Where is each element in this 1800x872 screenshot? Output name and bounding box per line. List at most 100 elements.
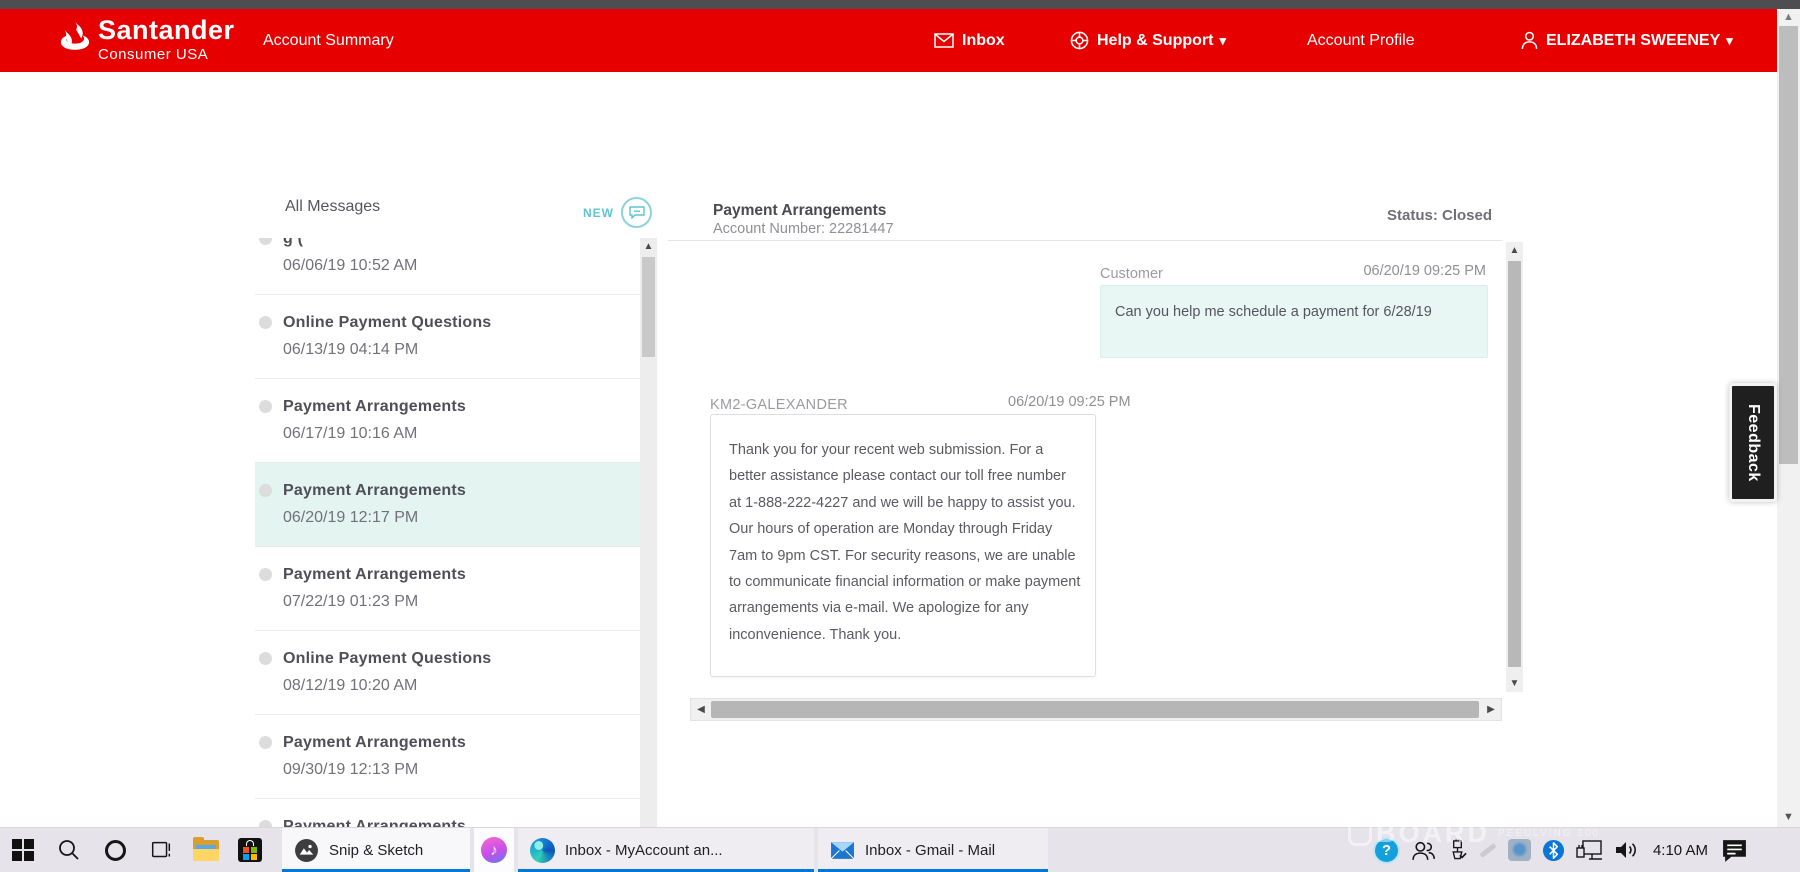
list-item-selected[interactable]: Payment Arrangements 06/20/19 12:17 PM — [255, 463, 640, 547]
list-item[interactable]: g ( 06/06/19 10:52 AM — [255, 238, 640, 295]
taskbar-app-edge-myaccount[interactable]: Inbox - MyAccount an... — [518, 828, 814, 872]
conversation-hscrollbar-thumb[interactable] — [711, 701, 1479, 718]
pen-tray-icon[interactable] — [1479, 848, 1497, 853]
scroll-down-arrow-icon[interactable]: ▼ — [1506, 678, 1523, 689]
all-messages-title: All Messages — [285, 198, 380, 216]
taskbar-app-snip-sketch[interactable]: Snip & Sketch — [282, 828, 470, 872]
message-text: Thank you for your recent web submission… — [729, 437, 1081, 648]
scroll-up-arrow-icon[interactable]: ▲ — [1777, 11, 1800, 23]
list-item[interactable]: Payment Arrangements 07/22/19 01:23 PM — [255, 547, 640, 631]
taskbar-clock[interactable]: 4:10 AM — [1651, 842, 1710, 859]
scroll-down-arrow-icon[interactable]: ▼ — [1777, 811, 1800, 823]
nav-help-support-label: Help & Support — [1097, 32, 1213, 50]
conversation-title: Payment Arrangements — [713, 202, 886, 220]
store-bag-icon — [238, 838, 262, 862]
list-item[interactable]: Payment Arrangements — [255, 799, 640, 827]
browser-scrollbar-thumb[interactable] — [1779, 26, 1798, 464]
list-item[interactable]: Online Payment Questions 08/12/19 10:20 … — [255, 631, 640, 715]
nav-help-support[interactable]: Help & Support ▾ — [1070, 9, 1226, 72]
feedback-tab[interactable]: Feedback — [1729, 383, 1777, 502]
list-item[interactable]: Payment Arrangements 09/30/19 12:13 PM — [255, 715, 640, 799]
message-text: Can you help me schedule a payment for 6… — [1115, 304, 1473, 320]
microsoft-store-button[interactable] — [228, 828, 272, 872]
message-timestamp: 06/20/19 09:25 PM — [1363, 263, 1486, 279]
taskbar-search-button[interactable] — [46, 828, 92, 872]
new-label: NEW — [583, 206, 614, 220]
message-date: 06/20/19 12:17 PM — [283, 509, 630, 527]
list-item[interactable]: Payment Arrangements 06/17/19 10:16 AM — [255, 379, 640, 463]
message-dot-icon — [259, 316, 272, 329]
message-list: g ( 06/06/19 10:52 AM Online Payment Que… — [255, 238, 640, 827]
message-list-scrollbar[interactable]: ▲ — [640, 238, 657, 827]
message-dot-icon — [259, 568, 272, 581]
message-title: Online Payment Questions — [283, 314, 630, 332]
person-icon — [1521, 31, 1538, 50]
life-ring-icon — [1070, 31, 1089, 50]
cortana-ring-icon — [105, 840, 126, 861]
conversation-panel: Payment Arrangements Account Number: 222… — [690, 190, 1502, 735]
nav-account-profile-label: Account Profile — [1307, 32, 1415, 50]
conversation-vscrollbar-thumb[interactable] — [1508, 261, 1521, 667]
nav-account-summary[interactable]: Account Summary — [263, 9, 394, 72]
action-center-icon[interactable] — [1721, 838, 1748, 863]
mail-icon — [830, 840, 855, 860]
message-title: Payment Arrangements — [283, 398, 630, 416]
message-title-clipped: g ( — [283, 238, 630, 248]
screen: Santander Consumer USA Account Summary I… — [0, 0, 1800, 872]
new-message-button[interactable]: NEW — [583, 197, 652, 228]
whiteboard-tray-icon[interactable] — [1508, 839, 1531, 861]
task-view-button[interactable] — [138, 828, 184, 872]
message-list-scrollbar-thumb[interactable] — [642, 257, 655, 357]
message-dot-icon — [259, 484, 272, 497]
account-number: Account Number: 22281447 — [713, 221, 894, 237]
message-date: 06/13/19 04:14 PM — [283, 341, 630, 359]
message-date: 06/17/19 10:16 AM — [283, 425, 630, 443]
scroll-up-arrow-icon[interactable]: ▲ — [1506, 245, 1523, 256]
message-dot-icon — [259, 820, 272, 827]
taskbar-app-itunes[interactable]: ♪ — [474, 828, 514, 872]
message-dot-icon — [259, 238, 272, 245]
message-dot-icon — [259, 400, 272, 413]
windows-logo-icon — [12, 839, 34, 861]
nav-account-profile[interactable]: Account Profile — [1307, 9, 1415, 72]
scroll-left-arrow-icon[interactable]: ◀ — [693, 699, 709, 720]
start-button[interactable] — [0, 828, 46, 872]
scroll-up-arrow-icon[interactable]: ▲ — [640, 241, 657, 252]
cortana-button[interactable] — [92, 828, 138, 872]
nav-user-name: ELIZABETH SWEENEY — [1546, 32, 1720, 50]
conversation-horizontal-scrollbar[interactable]: ◀ ▶ — [690, 698, 1502, 721]
brand-subtitle: Consumer USA — [98, 47, 235, 62]
help-tray-icon[interactable]: ? — [1373, 837, 1400, 864]
brand-text: Santander Consumer USA — [98, 17, 235, 62]
network-tray-icon[interactable] — [1576, 839, 1603, 862]
snip-sketch-icon — [294, 838, 319, 863]
message-title: Online Payment Questions — [283, 650, 630, 668]
message-dot-icon — [259, 652, 272, 665]
new-message-chat-icon — [621, 197, 652, 228]
scroll-right-arrow-icon[interactable]: ▶ — [1483, 699, 1499, 720]
envelope-icon — [934, 33, 954, 48]
browser-scrollbar[interactable]: ▲ ▼ — [1777, 9, 1800, 827]
nav-inbox-label: Inbox — [962, 32, 1005, 50]
santander-logo[interactable]: Santander Consumer USA — [58, 17, 235, 62]
taskbar-app-label: Inbox - Gmail - Mail — [865, 842, 995, 859]
nav-user-menu[interactable]: ELIZABETH SWEENEY ▾ — [1521, 9, 1733, 72]
people-tray-icon[interactable] — [1411, 840, 1436, 861]
bluetooth-tray-icon[interactable] — [1542, 839, 1565, 862]
taskbar-app-mail-gmail[interactable]: Inbox - Gmail - Mail — [818, 828, 1048, 872]
window-top-edge — [0, 0, 1800, 9]
feedback-label: Feedback — [1744, 404, 1762, 482]
message-date: 08/12/19 10:20 AM — [283, 677, 630, 695]
usb-eject-tray-icon[interactable] — [1447, 839, 1468, 861]
message-timestamp: 06/20/19 09:25 PM — [1008, 394, 1131, 410]
status-badge: Status: Closed — [1387, 207, 1492, 224]
list-item[interactable]: Online Payment Questions 06/13/19 04:14 … — [255, 295, 640, 379]
conversation-vertical-scrollbar[interactable]: ▲ ▼ — [1506, 242, 1523, 692]
volume-tray-icon[interactable] — [1614, 840, 1640, 860]
file-explorer-button[interactable] — [184, 828, 228, 872]
nav-inbox[interactable]: Inbox — [934, 9, 1005, 72]
task-view-icon — [149, 839, 173, 861]
message-sender: KM2-GALEXANDER — [710, 397, 848, 413]
chevron-down-icon: ▾ — [1726, 33, 1733, 49]
music-app-icon: ♪ — [481, 837, 507, 863]
